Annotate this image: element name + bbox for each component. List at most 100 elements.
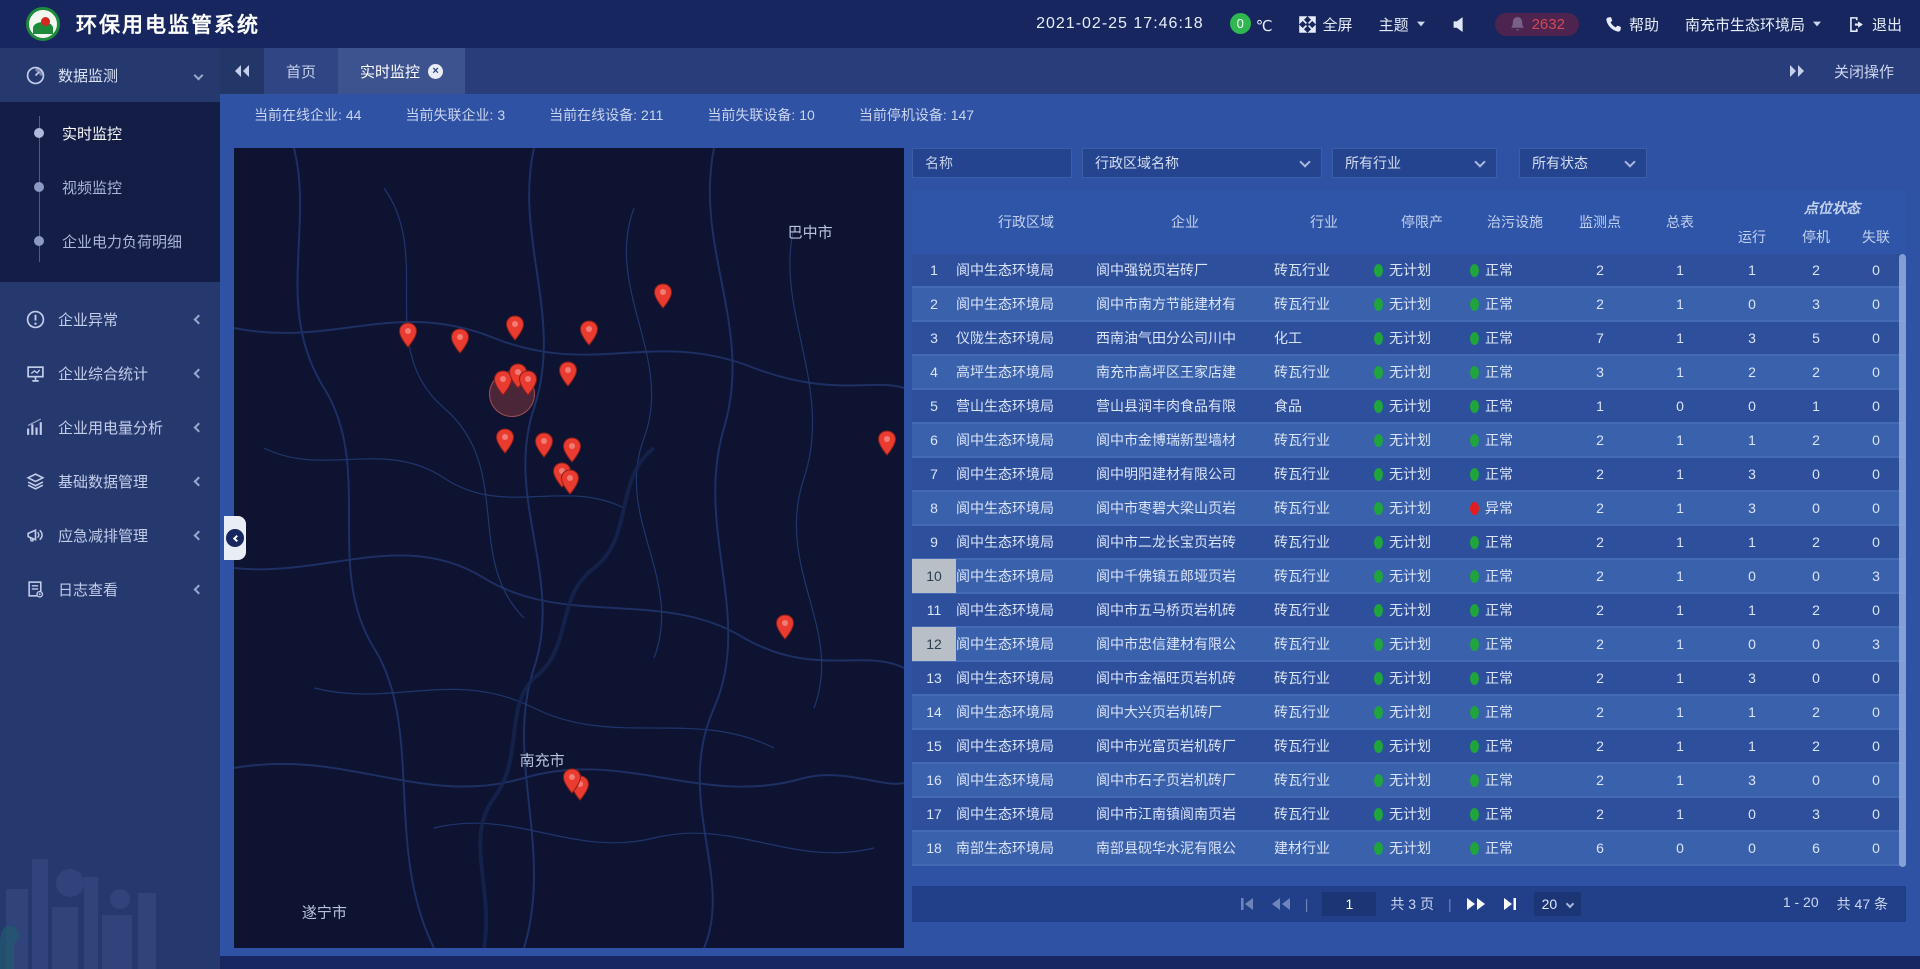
alert-circle-icon [26,310,45,329]
next-page-button[interactable] [1466,897,1486,911]
sidebar-item-company-abnormal[interactable]: 企业异常 [0,292,220,346]
table-row[interactable]: 6 阆中生态环境局 阆中市金博瑞新型墙材 砖瓦行业 无计划 正常 2 1 1 2… [912,424,1906,458]
sidebar-item-video-monitor[interactable]: 视频监控 [0,160,220,214]
cell-facility-status: 正常 [1470,396,1560,416]
map-pin-icon[interactable] [505,315,525,341]
chevron-down-icon [194,70,204,80]
prev-page-button[interactable] [1271,897,1291,911]
cell-facility-status: 正常 [1470,532,1560,552]
sidebar-item-power-analysis[interactable]: 企业用电量分析 [0,400,220,454]
cell-region: 阆中生态环境局 [956,464,1096,484]
col-meters: 总表 [1640,212,1720,232]
mute-button[interactable] [1452,16,1469,33]
table-scrollbar[interactable] [1899,254,1906,867]
table-row[interactable]: 9 阆中生态环境局 阆中市二龙长宝页岩砖 砖瓦行业 无计划 正常 2 1 1 2… [912,526,1906,560]
map-pin-icon[interactable] [653,283,673,309]
tab-close-icon[interactable]: × [428,64,443,79]
sidebar-item-log-view[interactable]: 日志查看 [0,562,220,616]
cell-limit-status: 无计划 [1374,328,1470,348]
region-filter-select[interactable]: 行政区域名称 [1082,148,1322,178]
map-pin-icon[interactable] [558,361,578,387]
cell-lost: 0 [1848,296,1904,312]
page-size-select[interactable]: 20 [1534,892,1582,916]
sidebar-item-emergency-reduction[interactable]: 应急减排管理 [0,508,220,562]
status-bar: 当前在线企业:44 当前失联企业:3 当前在线设备:211 当前失联设备:10 … [220,94,1920,136]
table-row[interactable]: 8 阆中生态环境局 阆中市枣碧大梁山页岩 砖瓦行业 无计划 异常 2 1 3 0… [912,492,1906,526]
col-industry: 行业 [1274,212,1374,232]
table-row[interactable]: 7 阆中生态环境局 阆中明阳建材有限公司 砖瓦行业 无计划 正常 2 1 3 0… [912,458,1906,492]
map-panel[interactable]: 巴中市南充市遂宁市 [234,148,904,948]
map-pin-icon[interactable] [560,469,580,495]
table-row[interactable]: 15 阆中生态环境局 阆中市光富页岩机砖厂 砖瓦行业 无计划 正常 2 1 1 … [912,730,1906,764]
map-pin-icon[interactable] [877,430,897,456]
table-row[interactable]: 10 阆中生态环境局 阆中千佛镇五郎垭页岩 砖瓦行业 无计划 正常 2 1 0 … [912,560,1906,594]
cell-row-number: 10 [912,559,956,593]
sidebar-item-data-monitoring[interactable]: 数据监测 [0,48,220,102]
close-operations-button[interactable]: 关闭操作 [1834,61,1894,82]
map-pin-icon[interactable] [562,768,582,794]
table-row[interactable]: 14 阆中生态环境局 阆中大兴页岩机砖厂 砖瓦行业 无计划 正常 2 1 1 2… [912,696,1906,730]
map-pin-icon[interactable] [562,437,582,463]
map-pin-icon[interactable] [775,614,795,640]
logout-button[interactable]: 退出 [1848,14,1902,35]
sidebar-item-company-statistics[interactable]: 企业综合统计 [0,346,220,400]
skyline-decoration [0,819,220,969]
name-input[interactable] [925,155,1059,171]
industry-filter-select[interactable]: 所有行业 [1332,148,1497,178]
cell-industry: 砖瓦行业 [1274,430,1374,450]
cell-points: 6 [1560,840,1640,856]
cell-row-number: 7 [912,457,956,491]
map-pin-icon[interactable] [495,428,515,454]
status-dot-icon [1470,842,1479,855]
map-pin-icon[interactable] [534,432,554,458]
org-dropdown[interactable]: 南充市生态环境局 [1685,14,1822,35]
table-row[interactable]: 12 阆中生态环境局 阆中市忠信建材有限公 砖瓦行业 无计划 正常 2 1 0 … [912,628,1906,662]
sidebar-item-power-load-detail[interactable]: 企业电力负荷明细 [0,214,220,268]
map-city-label: 遂宁市 [302,902,347,923]
table-row[interactable]: 1 阆中生态环境局 阆中强锐页岩砖厂 砖瓦行业 无计划 正常 2 1 1 2 0 [912,254,1906,288]
double-chevron-right-icon[interactable] [1788,64,1806,78]
map-pin-icon[interactable] [398,322,418,348]
cell-points: 3 [1560,364,1640,380]
panel-collapse-toggle[interactable] [224,516,246,560]
gauge-icon [26,66,45,85]
table-row[interactable]: 5 营山生态环境局 营山县润丰肉食品有限 食品 无计划 正常 1 0 0 1 0 [912,390,1906,424]
cell-region: 阆中生态环境局 [956,532,1096,552]
cell-region: 阆中生态环境局 [956,668,1096,688]
tabs-scroll-left-button[interactable] [220,48,264,94]
cell-company: 阆中市石子页岩机砖厂 [1096,770,1274,790]
last-page-button[interactable] [1500,897,1520,911]
help-button[interactable]: 帮助 [1605,14,1659,35]
cell-region: 阆中生态环境局 [956,498,1096,518]
layers-icon [26,472,45,491]
page-number-input[interactable]: 1 [1322,892,1376,916]
chevron-left-icon [194,314,204,324]
cell-row-number: 5 [912,389,956,423]
table-row[interactable]: 4 高坪生态环境局 南充市高坪区王家店建 砖瓦行业 无计划 正常 3 1 2 2… [912,356,1906,390]
name-filter-input[interactable] [912,148,1072,178]
table-row[interactable]: 18 南部生态环境局 南部县砚华水泥有限公 建材行业 无计划 正常 6 0 0 … [912,832,1906,866]
cell-stop: 2 [1784,738,1848,754]
sidebar-item-base-data[interactable]: 基础数据管理 [0,454,220,508]
map-pin-icon[interactable] [579,320,599,346]
tab-realtime-monitor[interactable]: 实时监控 × [338,48,465,94]
first-page-button[interactable] [1237,897,1257,911]
cell-run: 0 [1720,398,1784,414]
table-row[interactable]: 2 阆中生态环境局 阆中市南方节能建材有 砖瓦行业 无计划 正常 2 1 0 3… [912,288,1906,322]
table-row[interactable]: 3 仪陇生态环境局 西南油气田分公司川中 化工 无计划 正常 7 1 3 5 0 [912,322,1906,356]
state-filter-select[interactable]: 所有状态 [1519,148,1647,178]
map-pin-icon[interactable] [450,328,470,354]
sidebar-item-realtime-monitor[interactable]: 实时监控 [0,106,220,160]
cell-facility-status: 正常 [1470,260,1560,280]
map-pin-icon[interactable] [518,370,538,396]
theme-dropdown[interactable]: 主题 [1379,14,1426,35]
notification-badge[interactable]: 2632 [1495,13,1579,36]
cell-lost: 0 [1848,704,1904,720]
table-row[interactable]: 16 阆中生态环境局 阆中市石子页岩机砖厂 砖瓦行业 无计划 正常 2 1 3 … [912,764,1906,798]
data-panel: 行政区域名称 所有行业 所有状态 [912,148,1906,956]
tab-home[interactable]: 首页 [264,48,338,94]
fullscreen-button[interactable]: 全屏 [1299,14,1353,35]
table-row[interactable]: 17 阆中生态环境局 阆中市江南镇阆南页岩 砖瓦行业 无计划 正常 2 1 0 … [912,798,1906,832]
table-row[interactable]: 13 阆中生态环境局 阆中市金福旺页岩机砖 砖瓦行业 无计划 正常 2 1 3 … [912,662,1906,696]
table-row[interactable]: 11 阆中生态环境局 阆中市五马桥页岩机砖 砖瓦行业 无计划 正常 2 1 1 … [912,594,1906,628]
